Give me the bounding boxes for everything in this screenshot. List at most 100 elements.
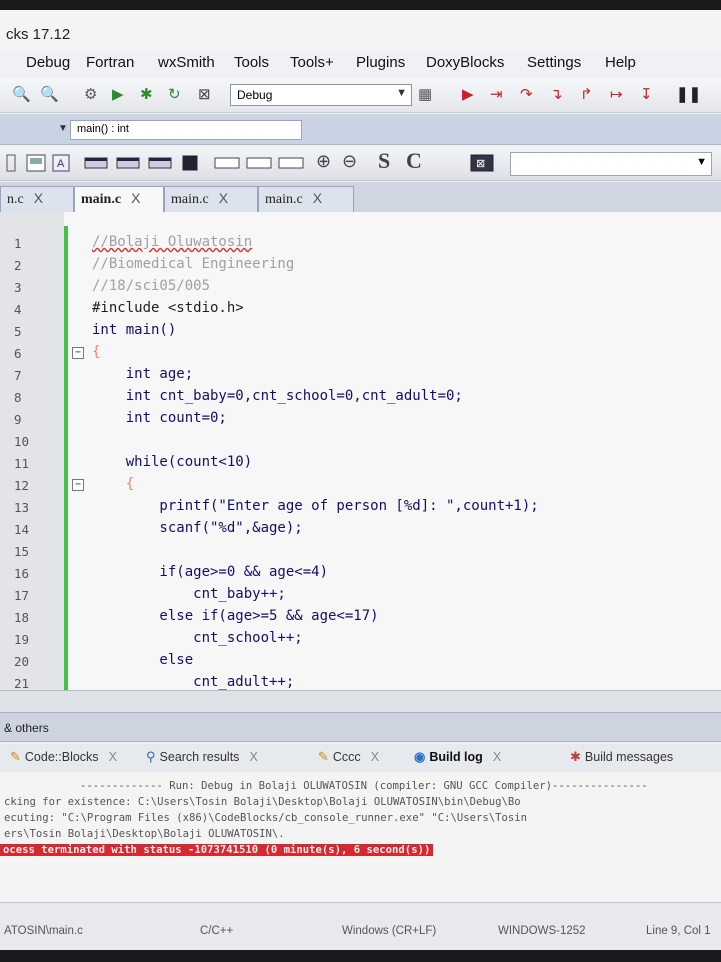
code-text: scanf("%d",&age); — [92, 520, 303, 536]
build-messages-icon: ✱ — [570, 749, 581, 764]
zoom-out-icon[interactable]: ⊖ — [342, 151, 357, 172]
menu-wxsmith[interactable]: wxSmith — [158, 54, 215, 71]
code-text: int main() — [92, 322, 177, 338]
next-line-icon[interactable]: ↷ — [520, 86, 533, 104]
status-file: ATOSIN\main.c — [4, 925, 83, 937]
code-line: 2//Biomedical Engineering — [14, 256, 295, 273]
code-text: int cnt_baby=0,cnt_school=0,cnt_adult=0; — [92, 388, 463, 404]
close-icon[interactable]: X — [313, 190, 322, 206]
menu-debug[interactable]: Debug — [26, 54, 70, 71]
block-icon[interactable] — [180, 154, 200, 172]
editor-tab[interactable]: main.c X — [164, 186, 258, 212]
panel-window-icon[interactable] — [148, 154, 172, 172]
zoom-in-icon[interactable]: ⊕ — [316, 151, 331, 172]
step-in-icon[interactable]: ↴ — [550, 86, 563, 104]
step-instruction-icon[interactable]: ↧ — [640, 86, 653, 104]
close-icon[interactable]: X — [34, 190, 43, 206]
resource-icon[interactable]: A — [52, 154, 70, 172]
s-button[interactable]: S — [378, 148, 390, 174]
editor-tab-active[interactable]: main.c X — [74, 186, 164, 212]
log-line: cking for existence: C:\Users\Tosin Bola… — [4, 796, 521, 808]
menu-doxyblocks[interactable]: DoxyBlocks — [426, 54, 504, 71]
menu-settings[interactable]: Settings — [527, 54, 581, 71]
log-tab-cccc[interactable]: ✎ Cccc X — [318, 749, 379, 765]
log-tab-search-results[interactable]: ⚲ Search results X — [146, 749, 258, 765]
doxy-icon[interactable]: ⊠ — [470, 154, 494, 172]
code-line: 16 if(age>=0 && age<=4) — [14, 564, 329, 581]
code-text: if(age>=0 && age<=4) — [92, 564, 329, 580]
log-line: ecuting: "C:\Program Files (x86)\CodeBlo… — [4, 812, 527, 824]
close-icon[interactable]: X — [131, 190, 140, 206]
frame-icon[interactable] — [84, 154, 108, 172]
build-gear-icon[interactable]: ⚙ — [84, 86, 97, 104]
fold-marker-icon[interactable]: − — [72, 347, 84, 359]
abort-icon[interactable]: ⊠ — [198, 86, 211, 104]
menu-plugins[interactable]: Plugins — [356, 54, 405, 71]
horizontal-scrollbar[interactable] — [0, 690, 721, 713]
editor-tab-bar: n.c X main.c X main.c X main.c X — [0, 182, 721, 213]
log-error-line: ocess terminated with status -1073741510… — [0, 844, 434, 856]
secondary-toolbar: A ⊕ ⊖ S C ⊠ ▼ — [0, 146, 721, 181]
image-icon[interactable] — [26, 154, 46, 172]
dialog-icon[interactable] — [116, 154, 140, 172]
build-options-icon[interactable]: ▦ — [418, 86, 432, 104]
run-to-cursor-icon[interactable]: ⇥ — [490, 86, 503, 104]
menu-tools-plus[interactable]: Tools+ — [290, 54, 334, 71]
function-scope-select[interactable]: main() : int — [70, 120, 302, 140]
log-tab-codeblocks[interactable]: ✎ Code::Blocks X — [10, 749, 117, 765]
code-text: while(count<10) — [92, 454, 253, 470]
log-line: ------------- Run: Debug in Bolaji OLUWA… — [80, 780, 648, 792]
code-line: 4 #include <stdio.h> — [14, 300, 244, 317]
svg-text:⊠: ⊠ — [476, 158, 485, 170]
code-line: 8 int cnt_baby=0,cnt_school=0,cnt_adult=… — [14, 388, 463, 405]
code-text: else — [92, 652, 194, 668]
code-line: 6−{ — [14, 344, 101, 361]
menu-tools[interactable]: Tools — [234, 54, 269, 71]
code-editor[interactable]: 1//Bolaji Oluwatosin 2//Biomedical Engin… — [0, 212, 721, 692]
code-text: cnt_school++; — [92, 630, 303, 646]
code-line: 7 int age; — [14, 366, 194, 383]
find-icon[interactable]: 🔍 — [40, 86, 59, 104]
code-line: 21 cnt_adult++; — [14, 674, 295, 690]
build-run-icon[interactable]: ✱ — [140, 86, 153, 104]
close-icon[interactable]: X — [219, 190, 228, 206]
sizer-icon[interactable] — [214, 154, 240, 172]
build-target-select[interactable]: Debug ▼ — [230, 84, 412, 106]
c-button[interactable]: C — [406, 148, 422, 174]
rebuild-icon[interactable]: ↻ — [168, 86, 181, 104]
panel-icon[interactable] — [6, 154, 16, 172]
logs-panel-title: & others — [4, 721, 49, 735]
log-tab-bar: ✎ Code::Blocks X ⚲ Search results X ✎ Cccc X ◉… — [0, 744, 721, 773]
code-line: 14 scanf("%d",&age); — [14, 520, 303, 537]
menu-fortran[interactable]: Fortran — [86, 54, 134, 71]
sizer-h-icon[interactable] — [246, 154, 272, 172]
editor-tab[interactable]: n.c X — [0, 186, 74, 212]
next-instruction-icon[interactable]: ↦ — [610, 86, 623, 104]
run-icon[interactable]: ▶ — [112, 86, 124, 104]
debug-start-icon[interactable]: ▶ — [462, 86, 474, 104]
menu-bar: Debug Fortran wxSmith Tools Tools+ Plugi… — [0, 50, 721, 76]
status-encoding: WINDOWS-1252 — [498, 925, 586, 937]
function-scope-value: main() : int — [77, 123, 129, 135]
step-out-icon[interactable]: ↱ — [580, 86, 593, 104]
code-line: 5 int main() — [14, 322, 177, 339]
log-tab-build-messages[interactable]: ✱ Build messages — [570, 749, 673, 765]
log-tab-build-log[interactable]: ◉ Build log X — [414, 749, 501, 765]
editor-tab[interactable]: main.c X — [258, 186, 354, 212]
cccc-icon: ✎ — [318, 749, 329, 764]
close-icon: X — [492, 750, 502, 764]
zoom-icon[interactable]: 🔍 — [12, 86, 31, 104]
sizer-v-icon[interactable] — [278, 154, 304, 172]
search-box[interactable]: ▼ — [510, 152, 712, 176]
close-icon: X — [108, 750, 117, 764]
fold-marker-icon[interactable]: − — [72, 479, 84, 491]
pause-icon[interactable]: ❚❚ — [676, 86, 701, 104]
window-title: cks 17.12 — [6, 26, 71, 43]
build-log-icon: ◉ — [414, 749, 426, 764]
svg-text:A: A — [57, 158, 65, 170]
logs-panel-header: & others — [0, 712, 721, 742]
close-icon: X — [249, 750, 258, 764]
code-text: { — [92, 344, 101, 360]
chevron-down-icon[interactable]: ▼ — [58, 123, 68, 134]
menu-help[interactable]: Help — [605, 54, 636, 71]
